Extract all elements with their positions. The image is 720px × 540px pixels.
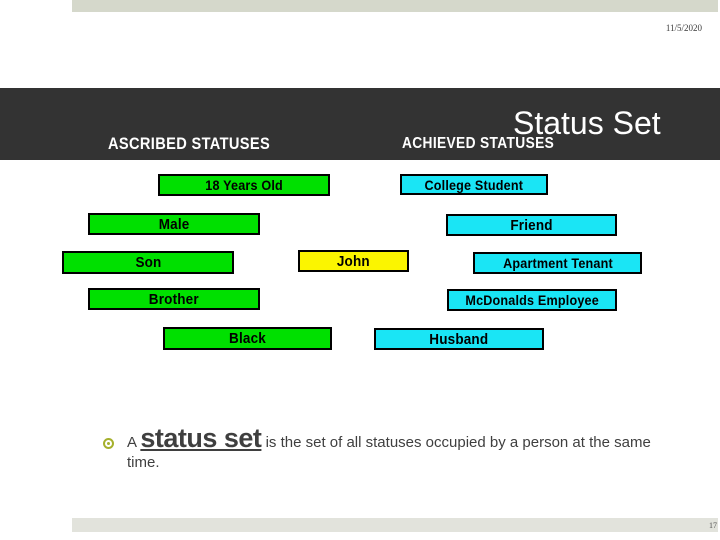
page-title: Status Set bbox=[513, 105, 661, 141]
status-box-achieved-1: Friend bbox=[446, 214, 617, 236]
status-box-label: Black bbox=[229, 330, 266, 347]
column-header-ascribed: ASCRIBED STATUSES bbox=[108, 134, 271, 153]
definition-text: A status set is the set of all statuses … bbox=[127, 425, 663, 473]
status-box-ascribed-2: Son bbox=[62, 251, 234, 274]
definition-term: status set bbox=[140, 423, 262, 453]
status-box-label: Apartment Tenant bbox=[502, 255, 613, 271]
status-box-label: John bbox=[337, 252, 370, 270]
status-box-ascribed-0: 18 Years Old bbox=[158, 174, 330, 196]
status-box-achieved-0: College Student bbox=[400, 174, 548, 195]
status-box-label: Husband bbox=[429, 330, 489, 348]
status-box-ascribed-3: Brother bbox=[88, 288, 260, 310]
page-number: 17 bbox=[709, 521, 717, 530]
status-box-label: Son bbox=[134, 254, 162, 271]
definition-lead: A bbox=[127, 434, 141, 451]
bottom-decorative-bar bbox=[72, 518, 718, 532]
status-box-person-john: John bbox=[298, 250, 409, 272]
definition-bullet: A status set is the set of all statuses … bbox=[103, 425, 663, 473]
status-box-label: Brother bbox=[148, 290, 200, 308]
status-box-achieved-3: McDonalds Employee bbox=[447, 289, 617, 311]
status-box-achieved-4: Husband bbox=[374, 328, 544, 350]
status-box-ascribed-1: Male bbox=[88, 213, 260, 235]
target-circle-bullet-icon bbox=[103, 438, 114, 449]
status-box-label: 18 Years Old bbox=[205, 177, 283, 193]
status-box-label: McDonalds Employee bbox=[465, 292, 599, 308]
status-box-achieved-2: Apartment Tenant bbox=[473, 252, 642, 274]
status-box-label: Friend bbox=[510, 216, 553, 234]
status-box-label: Male bbox=[158, 215, 190, 233]
status-box-label: College Student bbox=[424, 176, 524, 193]
status-box-ascribed-4: Black bbox=[163, 327, 332, 350]
